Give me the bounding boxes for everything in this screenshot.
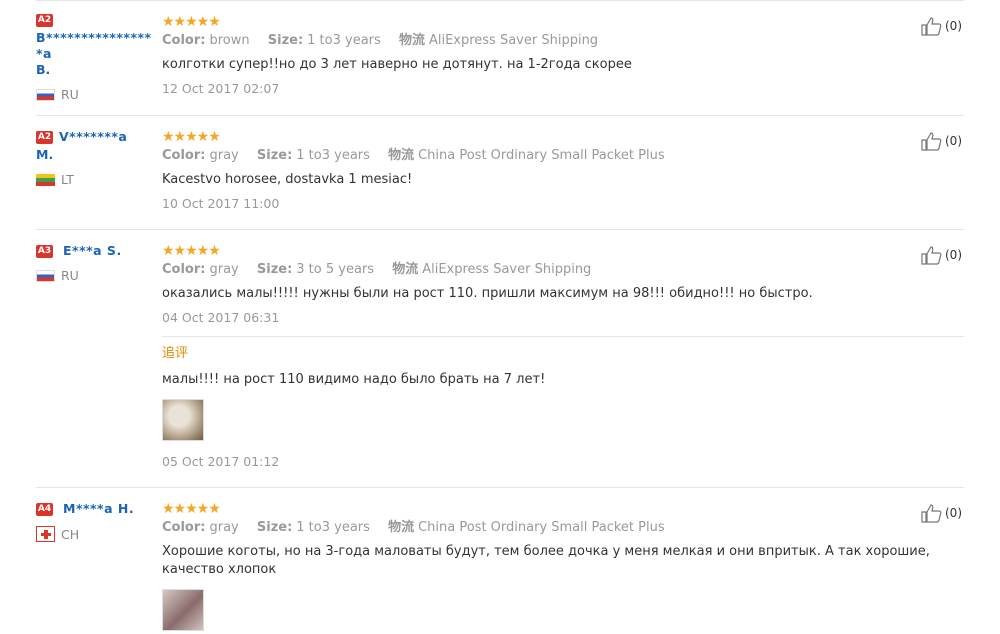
size-label: Size: (267, 33, 304, 48)
lithuania-flag-icon (36, 173, 55, 186)
buyer-level-badge: A2 (36, 130, 53, 144)
review-text: колготки супер!!но до 3 лет наверно не д… (162, 57, 632, 72)
reviewer-country: RU (36, 268, 156, 283)
star-rating: ★★★★★ (162, 501, 221, 517)
reviewer-info: A4 M****a H. CH (36, 501, 156, 542)
review-photo-thumbnail[interactable] (162, 399, 204, 441)
order-info: Color: gray Size: 1 to3 years 物流 China Post… (162, 519, 962, 537)
buyer-level-badge: A4 (36, 502, 53, 516)
review-separator (36, 0, 964, 1)
thumbs-up-icon (921, 17, 942, 36)
additional-feedback-title: 追评 (162, 346, 189, 361)
thumbs-up-icon (921, 504, 942, 523)
helpful-count: (0) (945, 506, 962, 520)
shipping-value: China Post Ordinary Small Packet Plus (418, 148, 665, 163)
review-date: 10 Oct 2017 11:00 (162, 196, 280, 211)
order-info: Color: gray Size: 1 to3 years 物流 China Post… (162, 147, 962, 165)
shipping-value: AliExpress Saver Shipping (422, 262, 592, 277)
color-value: gray (209, 262, 239, 277)
buyer-level-badge: A2 (36, 14, 53, 27)
review-text: Kacestvo horosee, dostavka 1 mesiac! (162, 172, 413, 187)
review-text: Хорошие коготы, но на 3-года маловаты бу… (162, 544, 930, 577)
review-separator (36, 115, 964, 116)
reviewer-info: A2 V*******a M. LT (36, 129, 156, 187)
color-value: brown (209, 33, 250, 48)
helpful-count: (0) (945, 19, 962, 33)
review-body: ★★★★★ Color: brown Size: 1 to3 years 物流 Ali… (162, 14, 962, 98)
star-rating: ★★★★★ (162, 129, 221, 145)
review-body: ★★★★★ Color: gray Size: 1 to3 years 物流 Chin… (162, 129, 962, 213)
review-separator (36, 229, 964, 230)
helpful-count: (0) (945, 134, 962, 148)
reviewer-name: V*******a (59, 129, 128, 144)
color-value: gray (209, 148, 239, 163)
country-code: LT (61, 172, 74, 187)
size-value: 1 to3 years (296, 520, 370, 535)
append-separator (162, 336, 964, 337)
country-code: CH (61, 526, 80, 542)
size-label: Size: (256, 148, 293, 163)
thumbs-up-icon (921, 246, 942, 265)
size-value: 1 to3 years (307, 33, 381, 48)
russia-flag-icon (36, 88, 55, 101)
color-label: Color: (162, 520, 206, 535)
helpful-button[interactable]: (0) (921, 503, 962, 523)
russia-flag-icon (36, 269, 55, 282)
order-info: Color: brown Size: 1 to3 years 物流 AliExpres… (162, 32, 962, 50)
reviewer-info: A3 E***a S. RU (36, 243, 156, 283)
review-text: оказались малы!!!!! нужны были на рост 1… (162, 286, 813, 301)
additional-feedback-date: 05 Oct 2017 01:12 (162, 454, 280, 469)
shipping-value: China Post Ordinary Small Packet Plus (418, 520, 665, 535)
helpful-button[interactable]: (0) (921, 16, 962, 36)
buyer-level-badge: A3 (36, 244, 53, 258)
shipping-label: 物流 (388, 148, 415, 163)
star-rating: ★★★★★ (162, 243, 221, 259)
shipping-value: AliExpress Saver Shipping (428, 33, 599, 48)
color-label: Color: (162, 148, 206, 163)
reviewer-country: RU (36, 87, 156, 102)
reviewer-name-suffix: B. (36, 62, 51, 77)
shipping-label: 物流 (392, 262, 419, 277)
review-photo-thumbnail[interactable] (162, 589, 204, 631)
reviewer-name: M****a H. (63, 501, 135, 516)
reviewer-info: A2 B****************a B. RU (36, 14, 156, 102)
size-value: 3 to 5 years (296, 262, 375, 277)
review-date: 12 Oct 2017 02:07 (162, 81, 280, 96)
helpful-button[interactable]: (0) (921, 245, 962, 265)
thumbs-up-icon (921, 132, 942, 151)
size-label: Size: (256, 520, 293, 535)
shipping-label: 物流 (388, 520, 415, 535)
country-code: RU (61, 87, 79, 102)
reviewer-name: E***a S. (63, 243, 122, 258)
order-info: Color: gray Size: 3 to 5 years 物流 AliExpres… (162, 261, 962, 279)
size-value: 1 to3 years (296, 148, 370, 163)
country-code: RU (61, 268, 79, 283)
star-rating: ★★★★★ (162, 14, 221, 30)
size-label: Size: (256, 262, 293, 277)
color-label: Color: (162, 262, 206, 277)
reviewer-name-suffix: M. (36, 147, 54, 162)
switzerland-flag-icon (36, 526, 55, 542)
color-value: gray (209, 520, 239, 535)
helpful-count: (0) (945, 248, 962, 262)
review-separator (36, 487, 964, 488)
reviewer-country: LT (36, 172, 156, 187)
color-label: Color: (162, 33, 206, 48)
reviewer-name: B****************a (36, 30, 152, 61)
review-body: ★★★★★ Color: gray Size: 1 to3 years 物流 Chin… (162, 501, 962, 631)
reviewer-country: CH (36, 526, 156, 542)
shipping-label: 物流 (398, 33, 425, 48)
review-date: 04 Oct 2017 06:31 (162, 310, 280, 325)
review-body: ★★★★★ Color: gray Size: 3 to 5 years 物流 Ali… (162, 243, 964, 471)
additional-feedback-text: малы!!!! на рост 110 видимо надо было бр… (162, 372, 546, 387)
helpful-button[interactable]: (0) (921, 131, 962, 151)
